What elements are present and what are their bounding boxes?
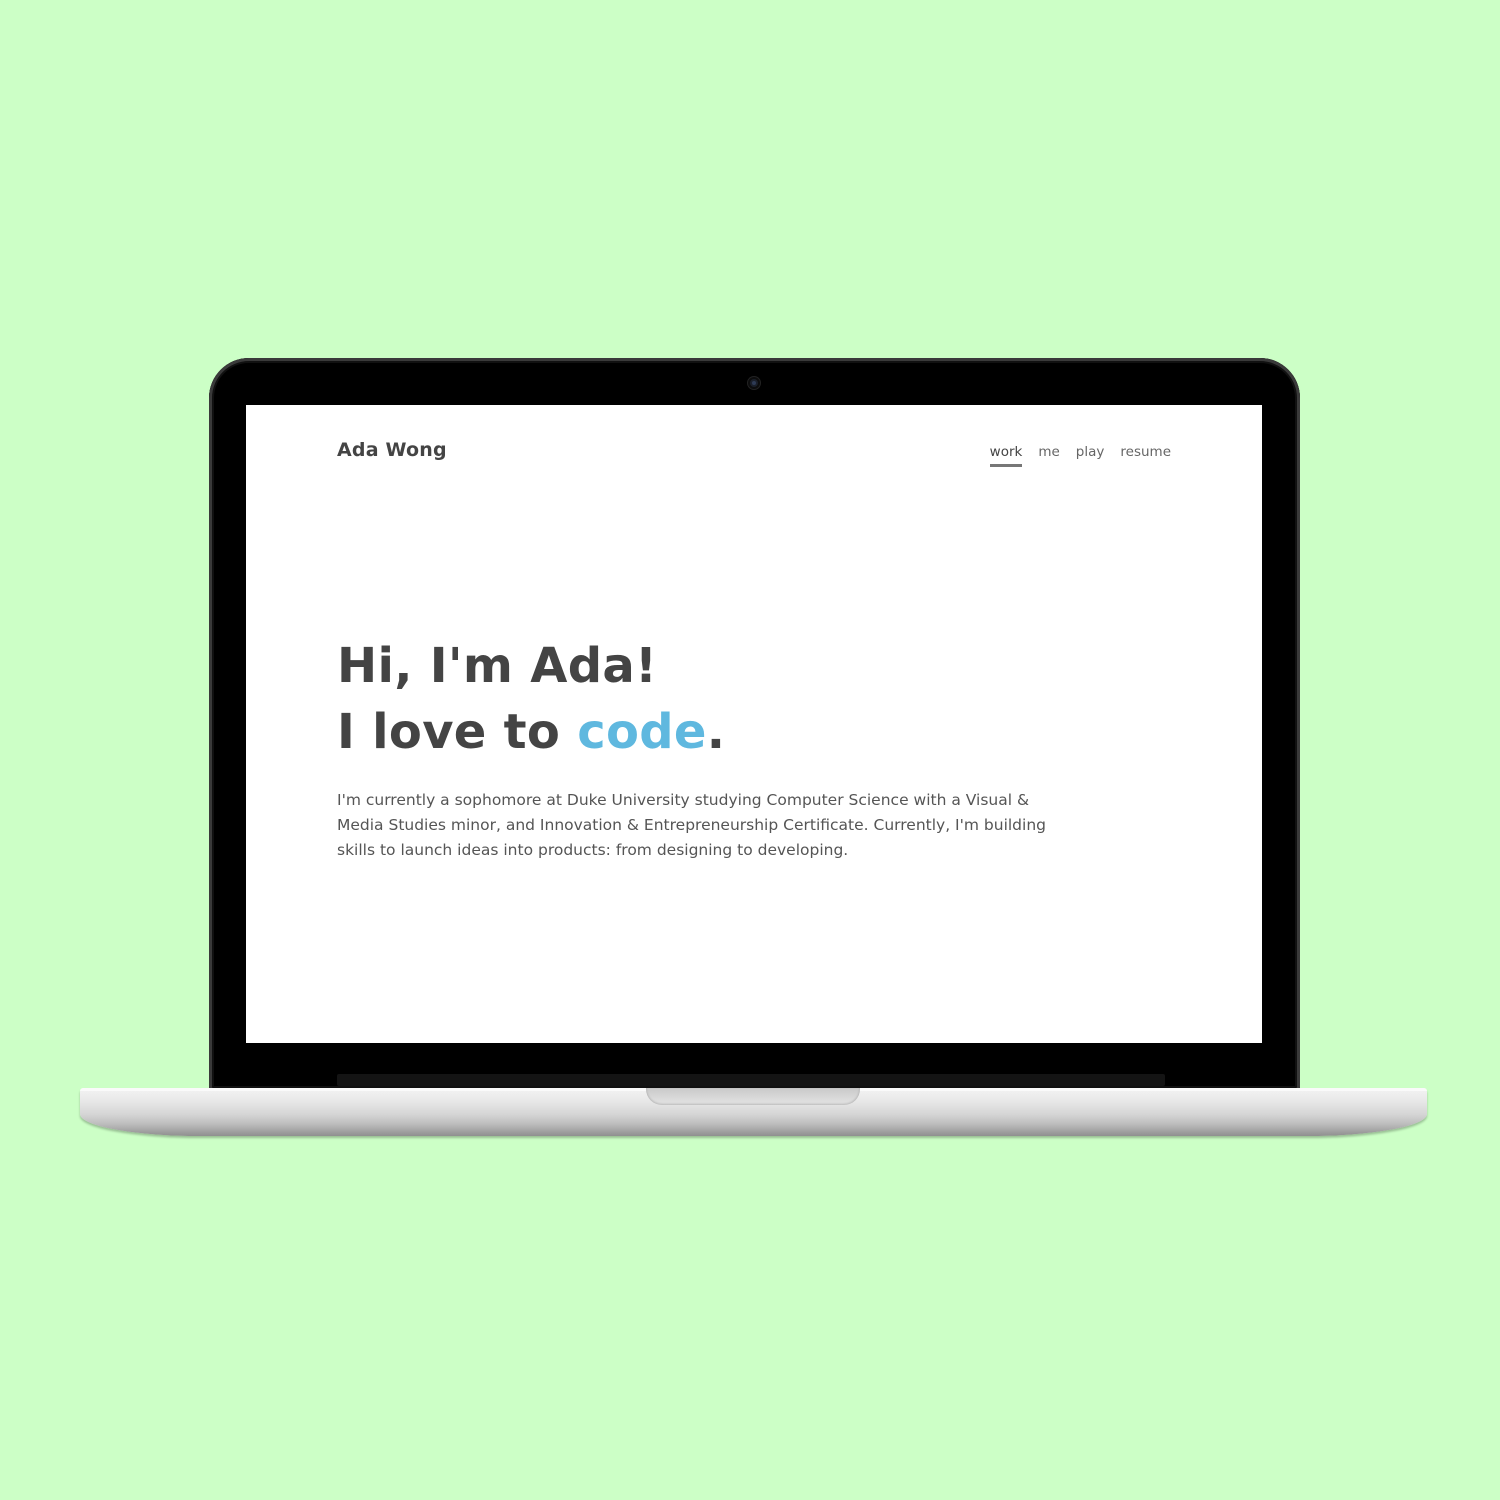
hero-greeting: Hi, I'm Ada! xyxy=(337,638,658,694)
hero-tagline-suffix: . xyxy=(706,704,726,760)
hero-headline: Hi, I'm Ada! I love to code. xyxy=(337,633,725,765)
site-logo-name[interactable]: Ada Wong xyxy=(337,439,447,461)
nav-item-play[interactable]: play xyxy=(1076,444,1105,467)
hero-bio: I'm currently a sophomore at Duke Univer… xyxy=(337,791,1046,859)
laptop-hinge xyxy=(337,1074,1165,1086)
nav-item-work[interactable]: work xyxy=(989,444,1023,467)
webcam-icon xyxy=(748,377,760,389)
laptop-open-notch xyxy=(646,1088,860,1105)
nav-item-me[interactable]: me xyxy=(1038,444,1059,467)
nav-item-resume[interactable]: resume xyxy=(1120,444,1171,467)
laptop-base xyxy=(80,1088,1427,1136)
laptop-screen: Ada Wong work me play resume Hi, I'm Ada… xyxy=(246,405,1262,1043)
main-nav: work me play resume xyxy=(989,444,1171,467)
hero-tagline-accent: code xyxy=(577,704,707,760)
hero-tagline-prefix: I love to xyxy=(337,704,578,760)
